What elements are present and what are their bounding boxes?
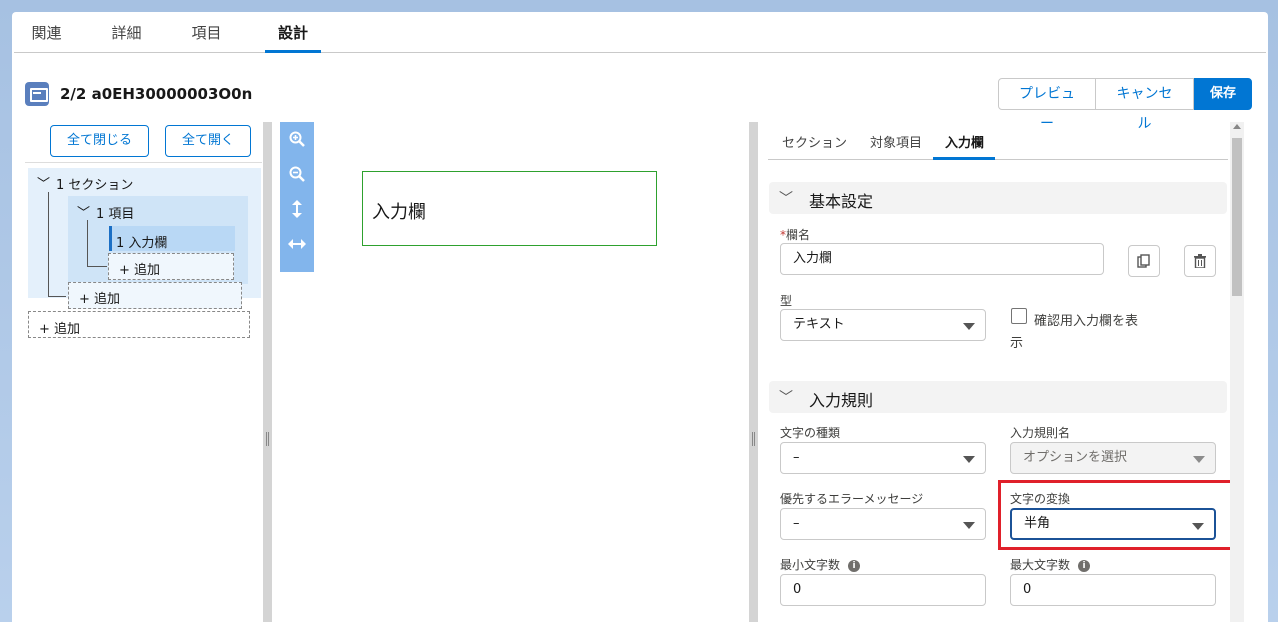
tree-connector (48, 296, 66, 297)
splitter-grip (752, 432, 755, 446)
field-name-input[interactable]: 入力欄 (780, 243, 1104, 275)
tree-item-label[interactable]: 1 項目 (96, 203, 134, 222)
delete-icon (1194, 254, 1206, 268)
record-tabs: 関連 詳細 項目 設計 (14, 20, 1266, 53)
add-field-label: + 追加 (119, 263, 161, 278)
type-select[interactable]: テキスト (780, 309, 986, 341)
divider (25, 162, 262, 163)
tree-section-label[interactable]: 1 セクション (56, 174, 133, 193)
tab-related[interactable]: 関連 (24, 20, 69, 53)
tab-details[interactable]: 詳細 (104, 20, 149, 53)
add-item-node[interactable]: + 追加 (68, 282, 242, 309)
tree-connector (48, 192, 49, 296)
cancel-button[interactable]: キャンセル (1096, 78, 1194, 132)
add-field-node[interactable]: + 追加 (108, 253, 234, 280)
tab-input-field[interactable]: 入力欄 (933, 132, 995, 160)
char-type-select[interactable]: – (780, 442, 986, 474)
min-length-label: 最小文字数 i (780, 556, 861, 573)
min-length-input[interactable]: 0 (780, 574, 986, 606)
right-splitter[interactable] (749, 122, 758, 622)
tree-field-label[interactable]: 1 入力欄 (116, 232, 167, 251)
splitter-grip (266, 432, 269, 446)
max-length-input[interactable]: 0 (1010, 574, 1216, 606)
max-length-label-text: 最大文字数 (1010, 558, 1071, 572)
info-icon[interactable]: i (1078, 560, 1091, 572)
structure-tree-panel: 全て閉じる 全て開く ﹀ 1 セクション ﹀ 1 項目 1 入力欄 + 追加 +… (25, 112, 262, 622)
error-priority-select[interactable]: – (780, 508, 986, 540)
rule-name-label: 入力規則名 (1010, 426, 1071, 440)
canvas-field-label: 入力欄 (372, 202, 426, 223)
fit-horizontal-icon[interactable] (280, 229, 314, 259)
zoom-out-icon[interactable] (280, 159, 314, 189)
max-length-label: 最大文字数 i (1010, 556, 1091, 573)
min-length-label-text: 最小文字数 (780, 558, 841, 572)
tab-target-item[interactable]: 対象項目 (870, 132, 930, 160)
add-section-node[interactable]: + 追加 (28, 311, 250, 338)
copy-button[interactable] (1128, 245, 1160, 277)
info-icon[interactable]: i (848, 560, 861, 572)
collapse-all-button[interactable]: 全て閉じる (50, 125, 149, 157)
record-title: 2/2 a0EH30000003O0n (60, 85, 253, 103)
scrollbar-thumb[interactable] (1232, 138, 1242, 296)
basic-settings-header[interactable]: ﹀ 基本設定 (769, 182, 1227, 214)
error-priority-label: 優先するエラーメッセージ (780, 492, 924, 506)
type-label: 型 (780, 294, 793, 308)
copy-icon (1137, 254, 1150, 268)
tab-section[interactable]: セクション (782, 132, 854, 160)
save-button[interactable]: 保存 (1194, 78, 1252, 110)
add-section-label: + 追加 (39, 322, 81, 337)
basic-settings-title: 基本設定 (809, 192, 874, 211)
confirm-field-label: 確認用入力欄を表 (1034, 314, 1139, 329)
tab-design[interactable]: 設計 (265, 20, 321, 53)
confirm-field-label-cont: 示 (1010, 336, 1024, 351)
chevron-down-icon[interactable]: ﹀ (37, 173, 50, 192)
field-name-label-text: 欄名 (786, 228, 811, 242)
expand-all-button[interactable]: 全て開く (165, 125, 251, 157)
tab-fields[interactable]: 項目 (184, 20, 229, 53)
scroll-up-icon[interactable] (1233, 124, 1241, 129)
chevron-down-icon: ﹀ (779, 191, 793, 207)
tree-connector (87, 220, 88, 266)
annotation-highlight-box (998, 480, 1234, 550)
chevron-down-icon[interactable]: ﹀ (77, 202, 90, 221)
confirm-field-checkbox[interactable] (1011, 308, 1027, 324)
canvas-toolbar (280, 122, 314, 272)
input-rules-title: 入力規則 (809, 391, 874, 410)
input-rules-header[interactable]: ﹀ 入力規則 (769, 381, 1227, 413)
properties-tabs: セクション 対象項目 入力欄 (768, 130, 1228, 160)
zoom-in-icon[interactable] (280, 124, 314, 154)
left-splitter[interactable] (263, 122, 272, 622)
add-item-label: + 追加 (79, 292, 121, 307)
canvas-field-element[interactable]: 入力欄 (362, 171, 657, 246)
record-icon (25, 82, 49, 106)
fit-vertical-icon[interactable] (280, 194, 314, 224)
tree-connector (87, 266, 107, 267)
delete-button[interactable] (1184, 245, 1216, 277)
rule-name-select: オプションを選択 (1010, 442, 1216, 474)
preview-button[interactable]: プレビュー (998, 78, 1096, 132)
field-name-label: *欄名 (780, 226, 810, 243)
chevron-down-icon: ﹀ (779, 390, 793, 406)
char-type-label: 文字の種類 (780, 426, 841, 440)
action-buttons: プレビュー キャンセル 保存 (998, 78, 1252, 132)
